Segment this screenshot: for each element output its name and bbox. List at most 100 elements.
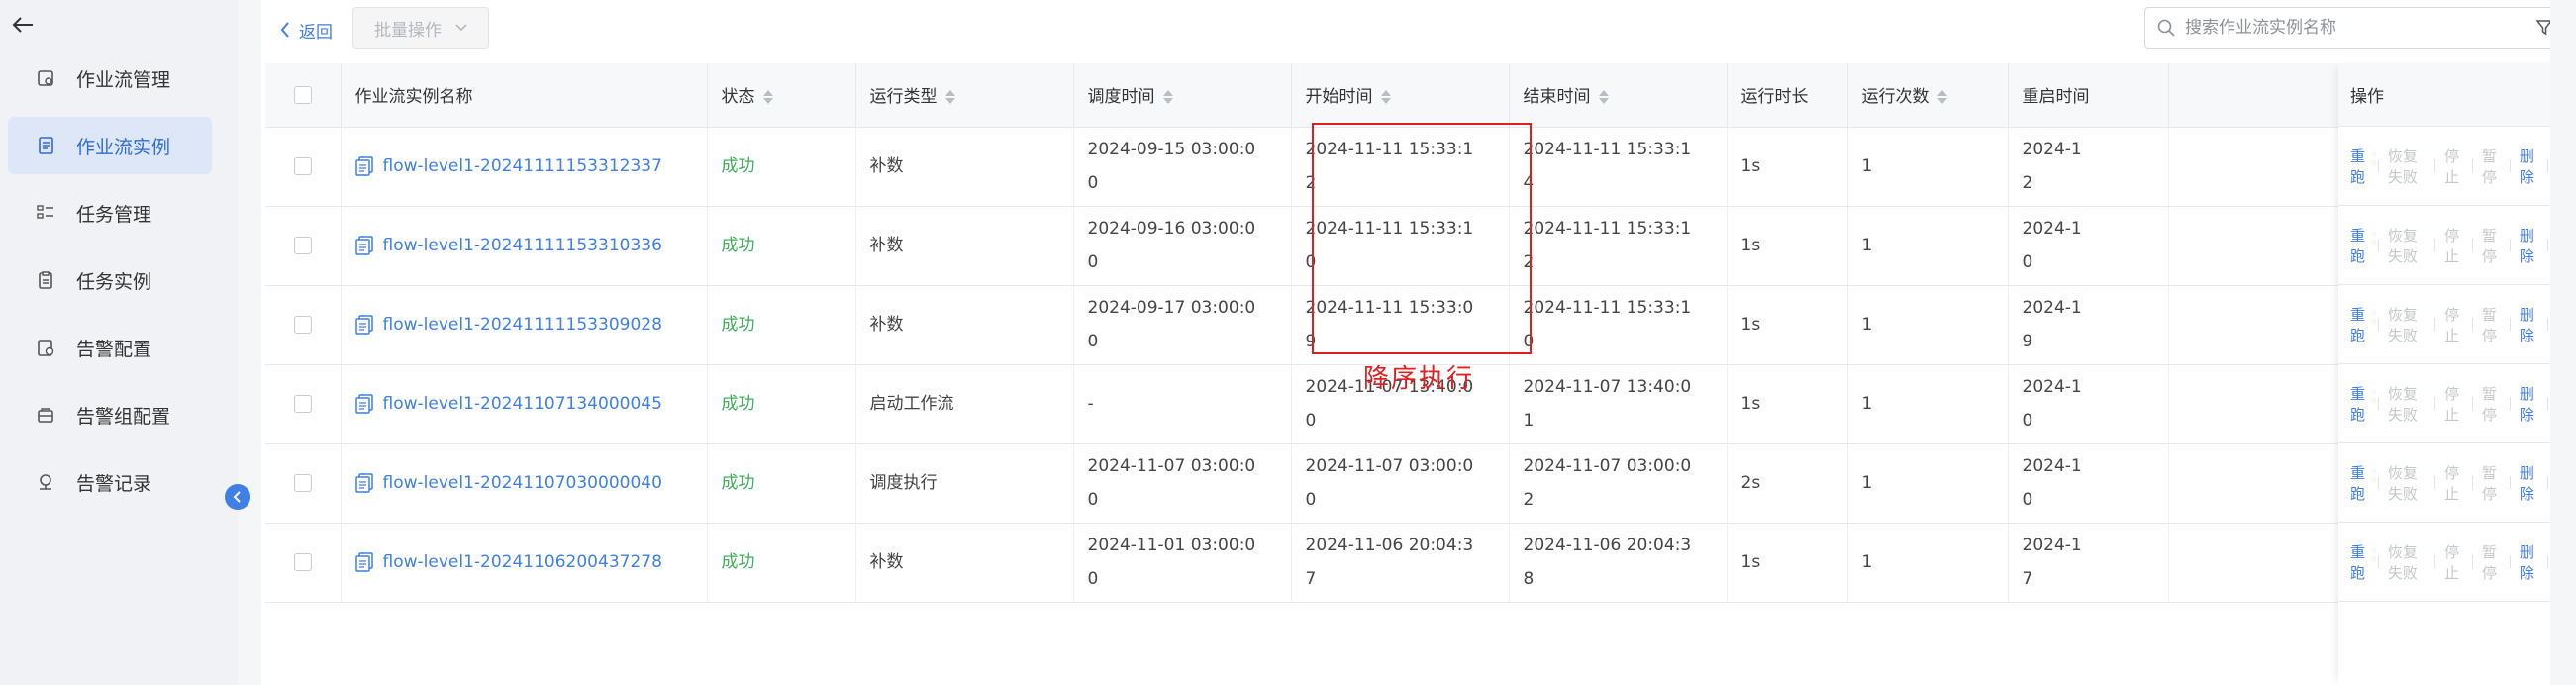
table-row: flow-level1-20241111153312337 成功 补数 2024-09… (265, 127, 2552, 207)
op-3-button[interactable]: 暂停 (2482, 541, 2501, 583)
op-2-button[interactable]: 停止 (2444, 146, 2463, 187)
instance-name-link[interactable]: flow-level1-20241111153309028 (354, 308, 707, 342)
divider (2547, 318, 2548, 331)
status-cell: 成功 (707, 206, 856, 286)
search-input[interactable] (2185, 18, 2535, 38)
end-time-cell: 2024-11-07 13:40:0 1 (1509, 364, 1728, 444)
select-all-checkbox[interactable] (293, 85, 312, 104)
sidebar-item-6[interactable]: 告警记录 (8, 453, 212, 511)
op-2-button[interactable]: 停止 (2444, 225, 2463, 266)
operations-row: 重跑恢复失败停止暂停删除树形 (2338, 364, 2576, 443)
row-checkbox[interactable] (293, 553, 312, 571)
op-1-button[interactable]: 恢复失败 (2388, 304, 2427, 345)
op-3-button[interactable]: 暂停 (2482, 383, 2501, 425)
sidebar-item-0[interactable]: 作业流管理 (8, 49, 212, 107)
op-4-button[interactable]: 删除 (2520, 462, 2538, 504)
restart-time-cell: 2024-1 0 (2008, 206, 2169, 286)
run-type-cell: 启动工作流 (855, 364, 1074, 444)
op-4-button[interactable]: 删除 (2520, 304, 2538, 345)
alert-config-icon (35, 337, 56, 358)
row-checkbox[interactable] (293, 157, 312, 175)
run-type-cell: 补数 (855, 285, 1074, 365)
op-2-button[interactable]: 停止 (2444, 304, 2463, 345)
document-icon (354, 552, 373, 572)
row-select-cell (265, 127, 342, 207)
sort-icon (1936, 90, 1947, 105)
op-4-button[interactable]: 删除 (2520, 146, 2538, 187)
op-0-button[interactable]: 重跑 (2350, 383, 2369, 425)
restart-time-cell: 2024-1 2 (2008, 127, 2169, 207)
instance-name-link[interactable]: flow-level1-20241111153312337 (354, 149, 707, 183)
run-count-cell: 1 (1847, 127, 2009, 207)
column-header-status[interactable]: 状态 (707, 63, 856, 128)
instance-name-link[interactable]: flow-level1-20241107030000040 (354, 466, 707, 500)
start-time-cell: 2024-11-11 15:33:1 0 (1291, 206, 1510, 286)
op-1-button[interactable]: 恢复失败 (2388, 383, 2427, 425)
op-1-button[interactable]: 恢复失败 (2388, 541, 2427, 583)
run-type-cell: 补数 (855, 127, 1074, 207)
op-0-button[interactable]: 重跑 (2350, 225, 2369, 266)
row-select-cell (265, 206, 342, 286)
instance-name-link[interactable]: flow-level1-20241107134000045 (354, 387, 707, 421)
op-2-button[interactable]: 停止 (2444, 541, 2463, 583)
op-2-button[interactable]: 停止 (2444, 462, 2463, 504)
duration-cell: 2s (1727, 443, 1848, 524)
schedule-time-cell: 2024-11-01 03:00:0 0 (1073, 523, 1292, 603)
divider (2378, 318, 2379, 331)
sidebar-item-label: 任务实例 (76, 270, 152, 293)
sidebar-item-1[interactable]: 作业流实例 (8, 117, 212, 174)
op-4-button[interactable]: 删除 (2520, 383, 2538, 425)
restart-time-cell: 2024-1 7 (2008, 523, 2169, 603)
divider (2547, 476, 2548, 489)
column-header-run-count[interactable]: 运行次数 (1847, 63, 2009, 128)
op-1-button[interactable]: 恢复失败 (2388, 146, 2427, 187)
instance-name-cell: flow-level1-20241111153312337 (341, 127, 708, 207)
task-instance-icon (35, 269, 56, 291)
column-header-schedule-time[interactable]: 调度时间 (1073, 63, 1292, 128)
row-checkbox[interactable] (293, 316, 312, 334)
column-header-end-time[interactable]: 结束时间 (1509, 63, 1728, 128)
op-4-button[interactable]: 删除 (2520, 541, 2538, 583)
op-3-button[interactable]: 暂停 (2482, 304, 2501, 345)
run-count-cell: 1 (1847, 443, 2009, 524)
op-0-button[interactable]: 重跑 (2350, 462, 2369, 504)
row-select-cell (265, 443, 342, 524)
sidebar-item-label: 作业流实例 (76, 136, 171, 158)
sidebar-item-4[interactable]: 告警配置 (8, 319, 212, 376)
op-1-button[interactable]: 恢复失败 (2388, 225, 2427, 266)
schedule-time-cell: 2024-11-07 03:00:0 0 (1073, 443, 1292, 524)
sidebar-item-3[interactable]: 任务实例 (8, 251, 212, 309)
op-3-button[interactable]: 暂停 (2482, 146, 2501, 187)
op-3-button[interactable]: 暂停 (2482, 462, 2501, 504)
op-0-button[interactable]: 重跑 (2350, 541, 2369, 583)
collapse-sidebar-button[interactable] (225, 484, 250, 510)
column-header-start-time[interactable]: 开始时间 (1291, 63, 1510, 128)
row-checkbox[interactable] (293, 395, 312, 413)
sidebar-item-label: 告警配置 (76, 338, 152, 360)
op-1-button[interactable]: 恢复失败 (2388, 462, 2427, 504)
select-all-cell (265, 63, 342, 128)
row-checkbox[interactable] (293, 237, 312, 254)
op-2-button[interactable]: 停止 (2444, 383, 2463, 425)
column-header-run-type[interactable]: 运行类型 (855, 63, 1074, 128)
back-arrow-icon[interactable] (6, 10, 40, 40)
return-link[interactable]: 返回 (279, 17, 333, 43)
sidebar-item-5[interactable]: 告警组配置 (8, 386, 212, 443)
instance-name-link[interactable]: flow-level1-20241111153310336 (354, 229, 707, 262)
op-3-button[interactable]: 暂停 (2482, 225, 2501, 266)
op-0-button[interactable]: 重跑 (2350, 146, 2369, 187)
batch-operation-button[interactable]: 批量操作 (352, 7, 489, 49)
instance-name-cell: flow-level1-20241111153309028 (341, 285, 708, 365)
chevron-left-icon (233, 491, 241, 503)
divider (2378, 239, 2379, 251)
op-4-button[interactable]: 删除 (2520, 225, 2538, 266)
status-cell: 成功 (707, 127, 856, 207)
divider (2472, 476, 2473, 489)
status-cell: 成功 (707, 443, 856, 524)
sidebar-item-2[interactable]: 任务管理 (8, 184, 212, 242)
row-checkbox[interactable] (293, 474, 312, 492)
table-row: flow-level1-20241111153309028 成功 补数 2024-09… (265, 285, 2552, 365)
duration-cell: 1s (1727, 206, 1848, 286)
op-0-button[interactable]: 重跑 (2350, 304, 2369, 345)
instance-name-link[interactable]: flow-level1-20241106200437278 (354, 545, 707, 579)
